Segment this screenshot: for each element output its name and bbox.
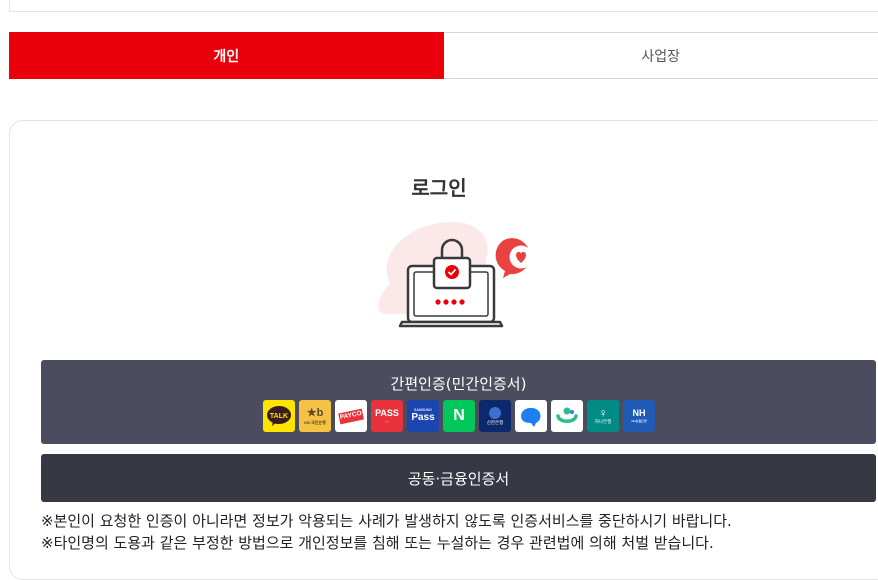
payco-text: PAYCO — [338, 408, 364, 423]
simple-auth-button[interactable]: 간편인증(민간인증서) TALK ★b KB 국민은행 PAYCO PASS ·… — [41, 360, 876, 444]
kb-bank-icon[interactable]: ★b KB 국민은행 — [299, 400, 331, 432]
user-type-tabs: 개인 사업장 — [9, 32, 878, 79]
kakao-text: TALK — [270, 413, 288, 420]
notice-text: ※본인이 요청한 인증이 아니라면 정보가 악용되는 사례가 발생하지 않도록 … — [41, 510, 732, 554]
shinhan-text: 신한은행 — [487, 421, 504, 426]
kb-text: KB 국민은행 — [304, 421, 326, 425]
pass-icon[interactable]: PASS ··· — [371, 400, 403, 432]
hana-text: 하나은행 — [595, 420, 612, 425]
simple-auth-label: 간편인증(민간인증서) — [41, 373, 876, 394]
bank-salad-icon[interactable] — [551, 400, 583, 432]
payco-icon[interactable]: PAYCO — [335, 400, 367, 432]
naver-icon[interactable]: N — [443, 400, 475, 432]
naver-text: N — [453, 408, 465, 424]
top-input-box — [9, 0, 878, 12]
hana-bank-icon[interactable]: ♀ 하나은행 — [587, 400, 619, 432]
common-auth-label: 공동·금융인증서 — [408, 468, 509, 489]
samsung-pass-icon[interactable]: SAMSUNG Pass — [407, 400, 439, 432]
pass-text: PASS — [375, 409, 399, 418]
samsung-pass-text: Pass — [411, 413, 434, 423]
nh-bank-icon[interactable]: NH NH농협은행 — [623, 400, 655, 432]
notice-line-1: ※본인이 요청한 인증이 아니라면 정보가 악용되는 사례가 발생하지 않도록 … — [41, 510, 732, 532]
kakaotalk-icon[interactable]: TALK — [263, 400, 295, 432]
common-auth-button[interactable]: 공동·금융인증서 — [41, 454, 876, 502]
toss-icon[interactable] — [515, 400, 547, 432]
page-title: 로그인 — [0, 172, 878, 201]
tab-personal[interactable]: 개인 — [9, 32, 444, 79]
nh-text: NH — [633, 409, 646, 418]
tab-business[interactable]: 사업장 — [444, 32, 878, 79]
laptop-lock-icon — [368, 214, 548, 334]
auth-provider-list: TALK ★b KB 국민은행 PAYCO PASS ··· SAMSUNG P… — [263, 400, 655, 432]
notice-line-2: ※타인명의 도용과 같은 부정한 방법으로 개인정보를 침해 또는 누설하는 경… — [41, 532, 732, 554]
shinhan-bank-icon[interactable]: 신한은행 — [479, 400, 511, 432]
